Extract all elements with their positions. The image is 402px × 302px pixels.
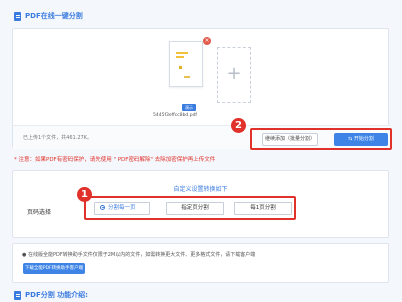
file-badge: 演示 [182, 104, 196, 111]
remove-file-icon[interactable]: × [203, 37, 211, 45]
option-label: 每1页分割 [250, 205, 276, 211]
document-icon [14, 11, 21, 21]
options-highlight-box: 分割每一页 指定页分割 每1页分割 [84, 196, 296, 220]
thumb-line [176, 52, 188, 54]
uploaded-file-card[interactable]: × 演示 5445f3effcc8bd.pdf [153, 35, 213, 121]
thumb-mark [179, 66, 182, 69]
annotation-marker-2: 2 [231, 118, 246, 133]
radio-selected-icon [100, 204, 105, 210]
download-client-button[interactable]: 下载全能PDF转换助手客户端 [23, 263, 85, 274]
thumb-line [176, 56, 184, 58]
upload-area: × 演示 5445f3effcc8bd.pdf + 已上传1个文件，共461.2… [12, 28, 392, 150]
feature-intro-header: PDF分割 功能介绍: [14, 290, 88, 300]
client-promo-text: ● 在线版全能PDF转换助手文件仅限于2M以内的文件，如需转换更大文件、更多格式… [22, 252, 256, 258]
option-split-specified-pages[interactable]: 指定页分割 [166, 202, 224, 215]
pdf-thumbnail [169, 41, 203, 87]
feature-intro-title: PDF分割 功能介绍: [25, 291, 88, 299]
start-split-label: 开始分割 [353, 136, 374, 142]
page-title: PDF在线一键分割 [25, 12, 83, 20]
start-split-button[interactable]: ⇆ 开始分割 [334, 133, 388, 146]
continue-add-button[interactable]: 继续添加（批量分割） [262, 133, 318, 146]
document-icon [14, 290, 21, 300]
thumb-line [184, 76, 190, 78]
plus-icon: + [226, 63, 242, 84]
settings-title: 自定义设置转换如下 [173, 186, 228, 193]
page-header: PDF在线一键分割 [14, 10, 83, 22]
option-split-every-n-pages[interactable]: 每1页分割 [234, 202, 292, 215]
page-card: PDF在线一键分割 × 演示 5445f3effcc8bd.pdf + 已上传1… [0, 0, 402, 302]
annotation-marker-1: 1 [77, 187, 92, 202]
client-promo: ● 在线版全能PDF转换助手文件仅限于2M以内的文件，如需转换更大文件、更多格式… [12, 243, 389, 283]
swap-icon: ⇆ [348, 136, 353, 142]
password-notice: * 注意：如果PDF有密码保护，请先使用 " PDF密码解除" 去除加密保护再上… [14, 157, 216, 163]
file-name: 5445f3effcc8bd.pdf [153, 113, 198, 118]
upload-status: 已上传1个文件，共461.27K。 [23, 135, 92, 141]
upload-info-bar: 已上传1个文件，共461.27K。 继续添加（批量分割） ⇆ 开始分割 [13, 125, 392, 150]
option-split-every-page[interactable]: 分割每一页 [94, 202, 150, 215]
action-highlight-box: 继续添加（批量分割） ⇆ 开始分割 [250, 128, 392, 150]
settings-panel: 自定义设置转换如下 页码选择 分割每一页 指定页分割 每1页分割 [12, 170, 389, 238]
option-label: 分割每一页 [108, 205, 136, 211]
add-file-button[interactable]: + [217, 47, 251, 103]
option-label: 指定页分割 [181, 205, 209, 211]
page-select-label: 页码选择 [27, 209, 52, 216]
